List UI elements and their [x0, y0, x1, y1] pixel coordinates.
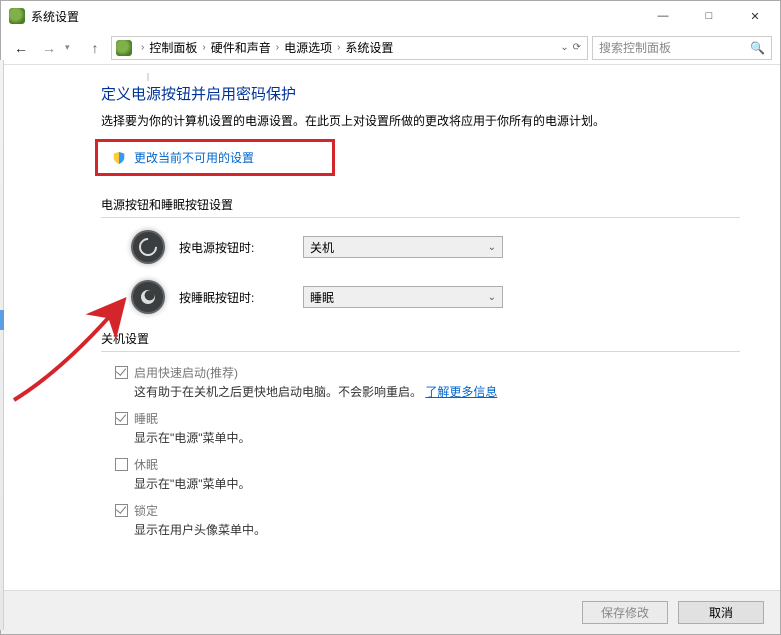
opt-hibernate: 休眠 显示在"电源"菜单中。: [115, 456, 740, 498]
opt-label: 休眠: [134, 456, 251, 473]
save-button[interactable]: 保存修改: [582, 601, 668, 624]
opt-label: 睡眠: [134, 410, 251, 427]
power-icon: [131, 230, 165, 264]
breadcrumb[interactable]: › 控制面板 › 硬件和声音 › 电源选项 › 系统设置 ⌄ ⟳: [111, 36, 588, 60]
window-buttons: — □ ✕: [640, 1, 778, 31]
window: 系统设置 — □ ✕ ← → ▾ ↑ › 控制面板 › 硬件和声音 › 电源选项…: [0, 0, 781, 635]
shield-icon: [112, 151, 126, 165]
sleep-button-select[interactable]: 睡眠 ⌄: [303, 286, 503, 308]
opt-desc-text: 这有助于在关机之后更快地启动电脑。不会影响重启。: [134, 385, 422, 399]
footer: 保存修改 取消: [1, 590, 780, 634]
back-button[interactable]: ←: [9, 36, 33, 60]
refresh-icon[interactable]: ⟳: [573, 42, 581, 53]
opt-sleep: 睡眠 显示在"电源"菜单中。: [115, 410, 740, 452]
opt-desc: 这有助于在关机之后更快地启动电脑。不会影响重启。 了解更多信息: [134, 383, 497, 400]
chevron-icon: ›: [273, 42, 282, 53]
checkbox-fast-startup[interactable]: [115, 366, 128, 379]
opt-lock: 锁定 显示在用户头像菜单中。: [115, 502, 740, 544]
power-button-label: 按电源按钮时:: [179, 239, 289, 256]
chevron-down-icon: ⌄: [488, 292, 496, 303]
search-input[interactable]: 搜索控制面板 🔍: [592, 36, 772, 60]
chevron-icon: ›: [334, 42, 343, 53]
section-title-buttons: 电源按钮和睡眠按钮设置: [101, 196, 740, 213]
divider: [101, 217, 740, 218]
opt-desc: 显示在用户头像菜单中。: [134, 521, 266, 538]
minimize-button[interactable]: —: [640, 1, 686, 31]
titlebar: 系统设置 — □ ✕: [1, 1, 780, 31]
opt-label: 锁定: [134, 502, 266, 519]
breadcrumb-item[interactable]: 电源选项: [284, 39, 332, 56]
maximize-button[interactable]: □: [686, 1, 732, 31]
checkbox-hibernate[interactable]: [115, 458, 128, 471]
dropdown-icon[interactable]: ⌄: [560, 42, 568, 53]
opt-label: 启用快速启动(推荐): [134, 364, 497, 381]
sleep-icon: [131, 280, 165, 314]
opt-desc: 显示在"电源"菜单中。: [134, 429, 251, 446]
left-edge-strip: [0, 60, 4, 630]
chevron-icon: ›: [138, 42, 147, 53]
change-unavailable-link[interactable]: 更改当前不可用的设置: [134, 149, 254, 166]
breadcrumb-item[interactable]: 硬件和声音: [211, 39, 271, 56]
search-icon: 🔍: [750, 41, 765, 55]
learn-more-link[interactable]: 了解更多信息: [425, 385, 497, 399]
highlight-annotation: 更改当前不可用的设置: [95, 139, 335, 176]
search-placeholder: 搜索控制面板: [599, 39, 671, 56]
breadcrumb-item[interactable]: 控制面板: [149, 39, 197, 56]
sleep-button-value: 睡眠: [310, 289, 334, 306]
checkbox-lock[interactable]: [115, 504, 128, 517]
chevron-icon: ›: [199, 42, 208, 53]
page-heading: 定义电源按钮并启用密码保护: [101, 83, 740, 104]
checkbox-sleep[interactable]: [115, 412, 128, 425]
breadcrumb-item[interactable]: 系统设置: [345, 39, 393, 56]
page-subtext: 选择要为你的计算机设置的电源设置。在此页上对设置所做的更改将应用于你所有的电源计…: [101, 112, 740, 129]
opt-desc: 显示在"电源"菜单中。: [134, 475, 251, 492]
sleep-button-label: 按睡眠按钮时:: [179, 289, 289, 306]
up-button[interactable]: ↑: [83, 36, 107, 60]
close-button[interactable]: ✕: [732, 1, 778, 31]
breadcrumb-icon: [116, 40, 132, 56]
history-dropdown[interactable]: ▾: [65, 42, 79, 53]
content: 定义电源按钮并启用密码保护 选择要为你的计算机设置的电源设置。在此页上对设置所做…: [1, 65, 780, 590]
chevron-down-icon: ⌄: [488, 242, 496, 253]
section-title-shutdown: 关机设置: [101, 330, 740, 347]
opt-fast-startup: 启用快速启动(推荐) 这有助于在关机之后更快地启动电脑。不会影响重启。 了解更多…: [115, 364, 740, 406]
power-button-value: 关机: [310, 239, 334, 256]
power-button-row: 按电源按钮时: 关机 ⌄: [131, 230, 740, 264]
sleep-button-row: 按睡眠按钮时: 睡眠 ⌄: [131, 280, 740, 314]
power-button-select[interactable]: 关机 ⌄: [303, 236, 503, 258]
forward-button[interactable]: →: [37, 36, 61, 60]
divider: [101, 351, 740, 352]
app-icon: [9, 8, 25, 24]
window-title: 系统设置: [31, 8, 79, 25]
navbar: ← → ▾ ↑ › 控制面板 › 硬件和声音 › 电源选项 › 系统设置 ⌄ ⟳…: [1, 31, 780, 65]
cancel-button[interactable]: 取消: [678, 601, 764, 624]
